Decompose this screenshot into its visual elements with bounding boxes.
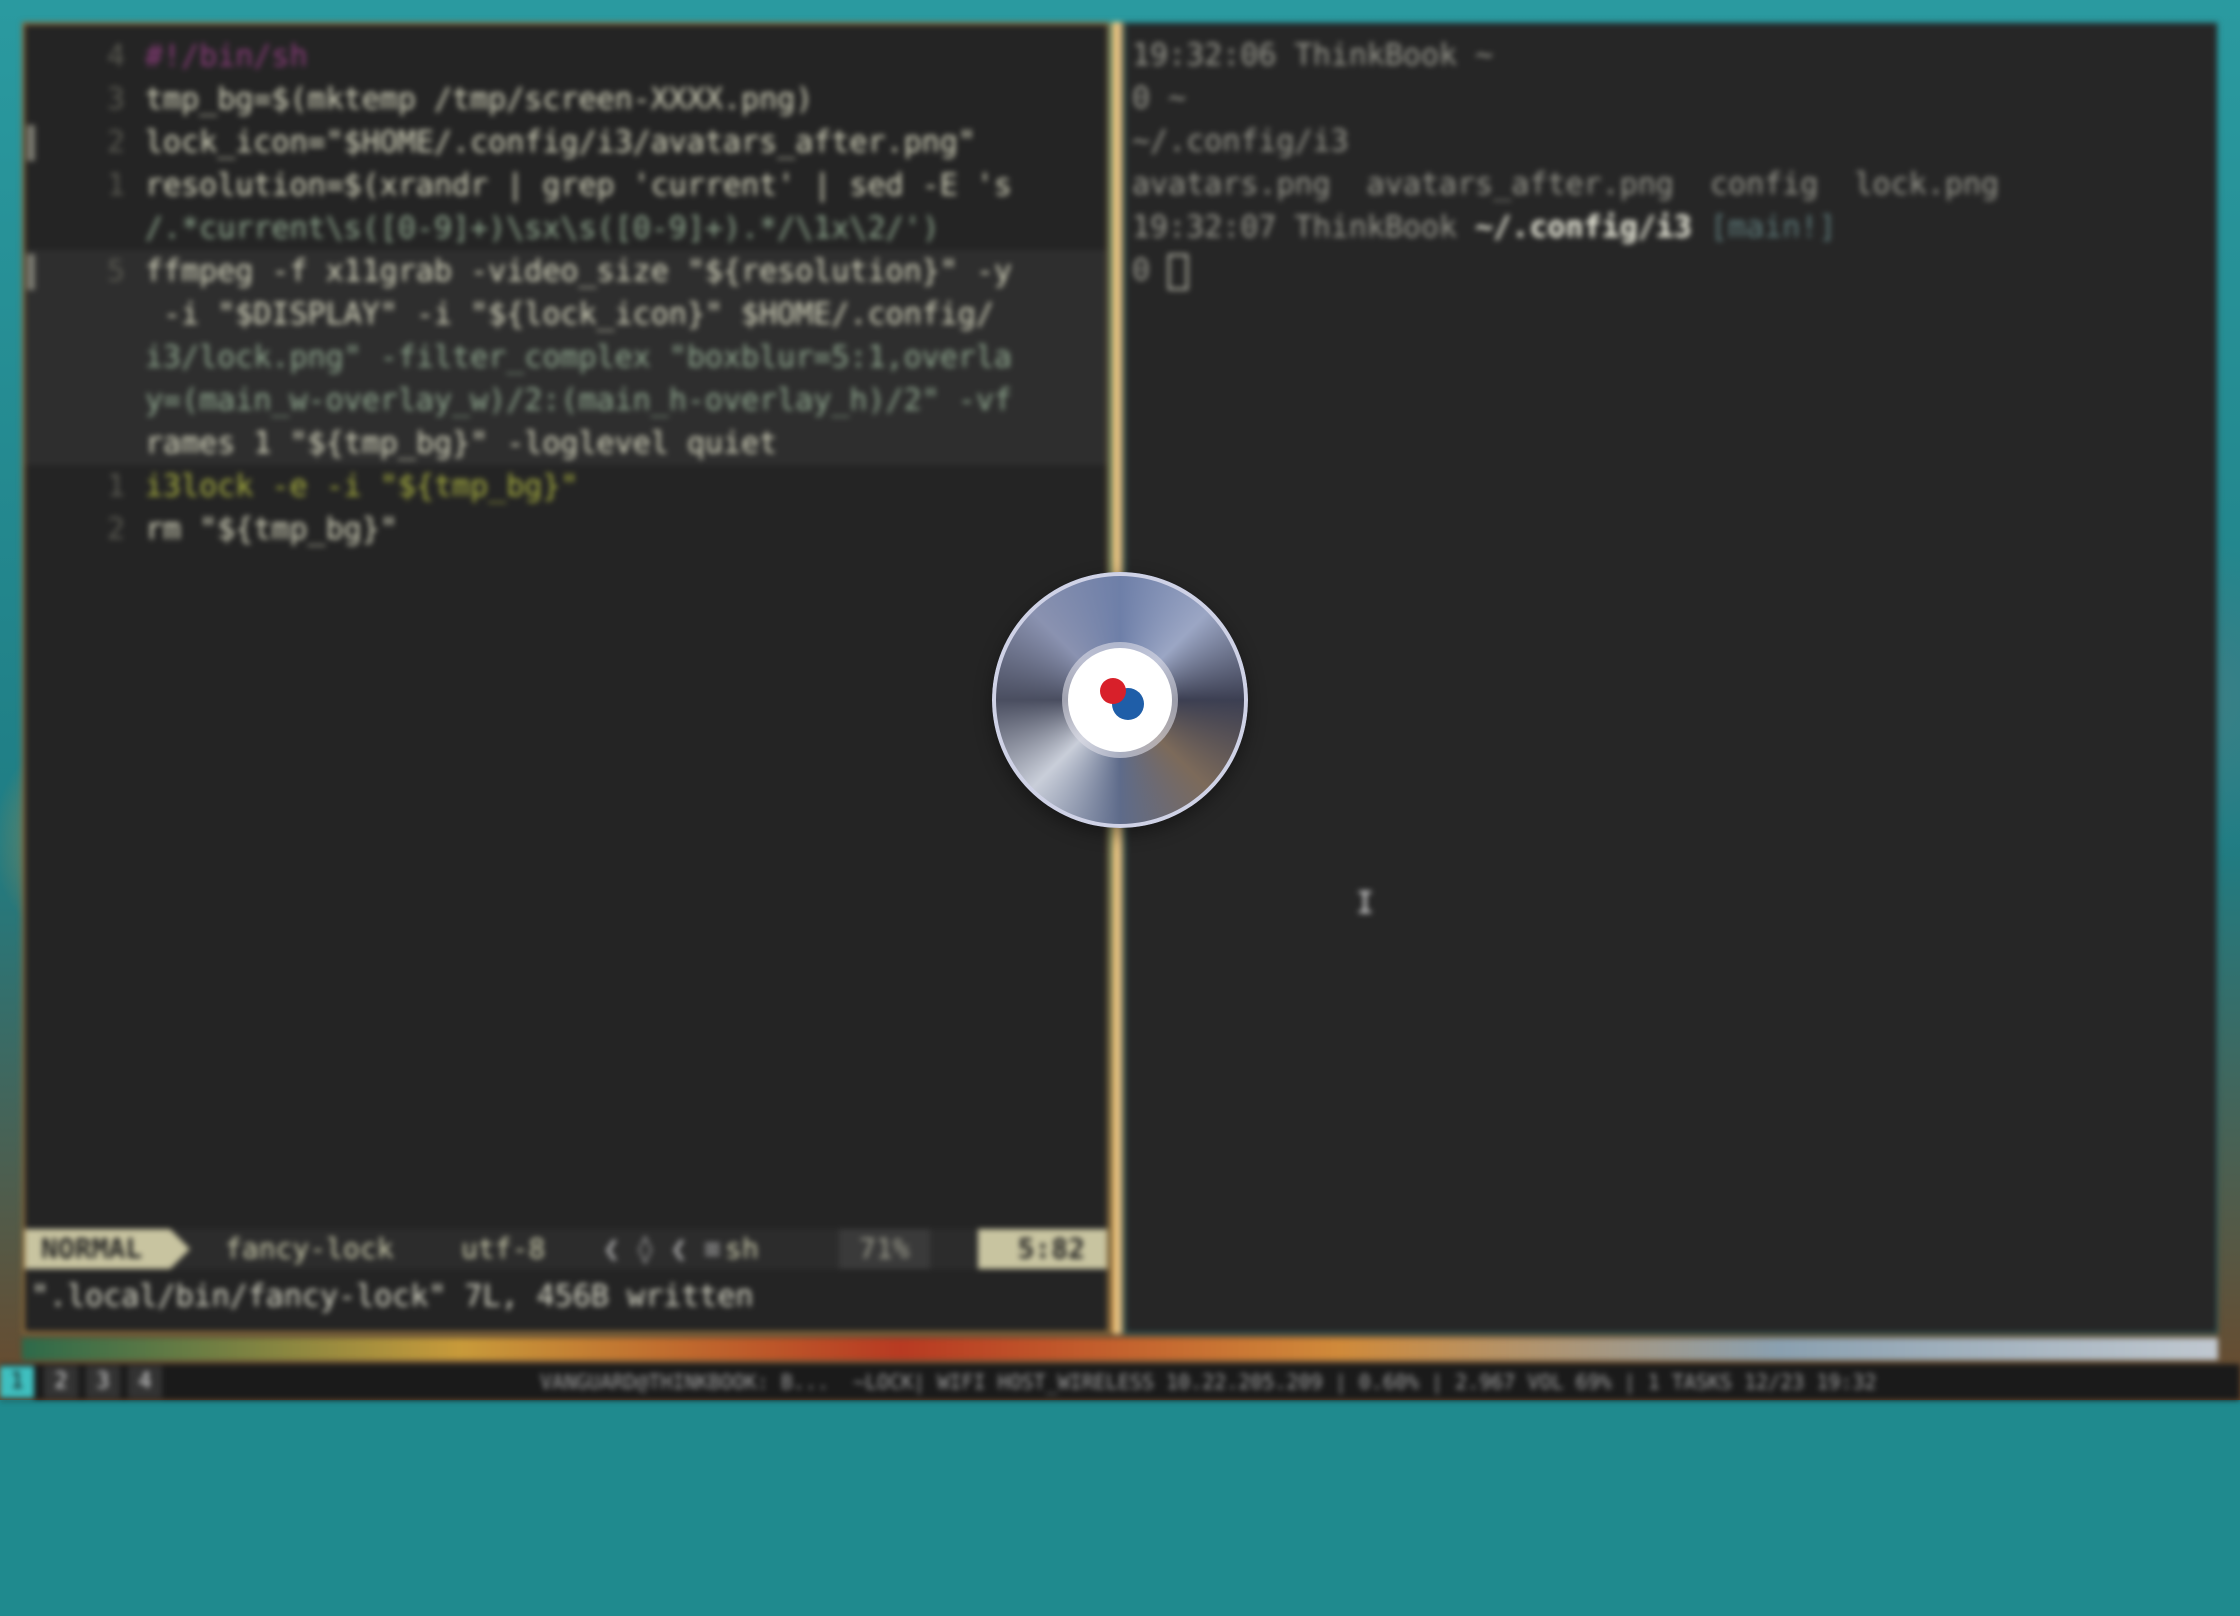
prompt-symbol: 0 [1132,253,1151,288]
code-line-wrap: -i "$DISPLAY" -i "${lock_icon}" $HOME/.c… [25,293,1107,336]
code-line: 4 #!/bin/sh [25,35,1107,78]
lock-icon [1068,648,1172,752]
terminal-window[interactable]: 19:32:06 ThinkBook ~ 0 ~ ~/.config/i3 av… [1124,22,2218,1334]
vim-window[interactable]: 4 #!/bin/sh 3 tmp_bg=$(mktemp /tmp/screen-… [22,22,1110,1334]
lock-avatar-image [992,572,1248,828]
line-number: 2 [106,512,125,547]
code-line: 1 resolution=$(xrandr | grep 'current' | … [25,164,1107,207]
line-text: rames 1 "${tmp_bg}" -loglevel quiet [145,426,778,461]
status-cursor-position: 5:82 [977,1229,1107,1269]
prompt-git-branch: [main!] [1709,210,1837,245]
wallpaper-stripe [22,1338,2218,1360]
text-cursor [1168,253,1189,290]
status-text: VANGUARD@THINKBOOK: B... ~LOCK| WIFI HOS… [540,1370,1877,1394]
lock-logo-red [1100,678,1126,704]
line-number: 3 [106,82,125,117]
workspace-button[interactable]: 1 [0,1366,34,1398]
terminal-input-line[interactable]: 0 [1126,249,2216,292]
code-line-wrap: i3/lock.png" -filter_complex "boxblur=5:… [25,336,1107,379]
line-text: i3/lock.png" -filter_complex "boxblur=5:… [145,340,1012,375]
status-percent: 71% [839,1229,930,1269]
code-area[interactable]: 4 #!/bin/sh 3 tmp_bg=$(mktemp /tmp/screen-… [25,35,1107,551]
terminal-line: ~/.config/i3 [1132,124,1349,159]
code-line: 1 i3lock -e -i "${tmp_bg}" [25,465,1107,508]
terminal-line: 0 ~ [1132,81,1187,116]
workspace-button[interactable]: 2 [44,1366,78,1398]
code-line-wrap: y=(main_w-overlay_w)/2:(main_h-overlay_h… [25,379,1107,422]
terminal-line: avatars.png avatars_after.png config loc… [1132,167,1999,202]
ibeam-cursor-icon: Ι [1356,886,1375,921]
line-text: tmp_bg=$(mktemp /tmp/screen-XXXX.png) [145,82,814,117]
line-text: y=(main_w-overlay_w)/2:(main_h-overlay_h… [145,383,1012,418]
terminal-line: 19:32:06 ThinkBook ~ [1132,38,1494,73]
line-text: -i "$DISPLAY" -i "${lock_icon}" $HOME/.c… [145,297,994,332]
status-filename: fancy-lock [225,1232,394,1265]
code-line: /.*current\s([0-9]+)\sx\s([0-9]+).*/\1x\… [25,207,1107,250]
status-encoding: utf-8 [461,1232,546,1265]
workspace-button[interactable]: 4 [128,1366,162,1398]
code-line: 3 tmp_bg=$(mktemp /tmp/screen-XXXX.png) [25,78,1107,121]
vim-command-line[interactable]: ".local/bin/fancy-lock" 7L, 456B written [25,1277,1113,1317]
terminal-prompt: 19:32:07 ThinkBook ~/.config/i3 [main!] [1126,206,2216,249]
prompt-path: ~/.config/i3 [1475,210,1692,245]
code-line: 2 lock_icon="$HOME/.config/i3/avatars_aft… [25,121,1107,164]
line-number: 5 [106,254,125,289]
vim-mode-indicator: NORMAL [25,1229,191,1269]
line-text: #!/bin/sh [145,39,308,74]
workspace-button[interactable]: 3 [86,1366,120,1398]
prompt-time-host: 19:32:07 ThinkBook [1132,210,1458,245]
code-line: 2 rm "${tmp_bg}" [25,508,1107,551]
line-number: 2 [106,125,125,160]
line-number: 1 [106,168,125,203]
status-separators: ❮ ◊ ❮ ≡ [603,1232,722,1265]
line-number: 1 [106,469,125,504]
code-line-current: 5 ffmpeg -f x11grab -video_size "${resolu… [25,250,1107,293]
line-text: lock_icon="$HOME/.config/i3/avatars_afte… [145,125,976,160]
line-text: /.*current\s([0-9]+)\sx\s([0-9]+).*/\1x\… [145,211,940,246]
line-text: ffmpeg -f x11grab -video_size "${resolut… [145,254,1012,289]
line-text: i3lock -e -i "${tmp_bg}" [145,469,579,504]
status-filetype: sh [725,1232,759,1265]
line-text: rm "${tmp_bg}" [145,512,398,547]
line-text: resolution=$(xrandr | grep 'current' | s… [145,168,1012,203]
line-number: 4 [106,39,125,74]
i3-status-bar: 1 2 3 4 VANGUARD@THINKBOOK: B... ~LOCK| … [0,1364,2240,1400]
code-line-wrap: rames 1 "${tmp_bg}" -loglevel quiet [25,422,1107,465]
vim-statusline: NORMAL fancy-lock utf-8 ❮ ◊ ❮ ≡ sh 71% 5… [25,1229,1107,1269]
